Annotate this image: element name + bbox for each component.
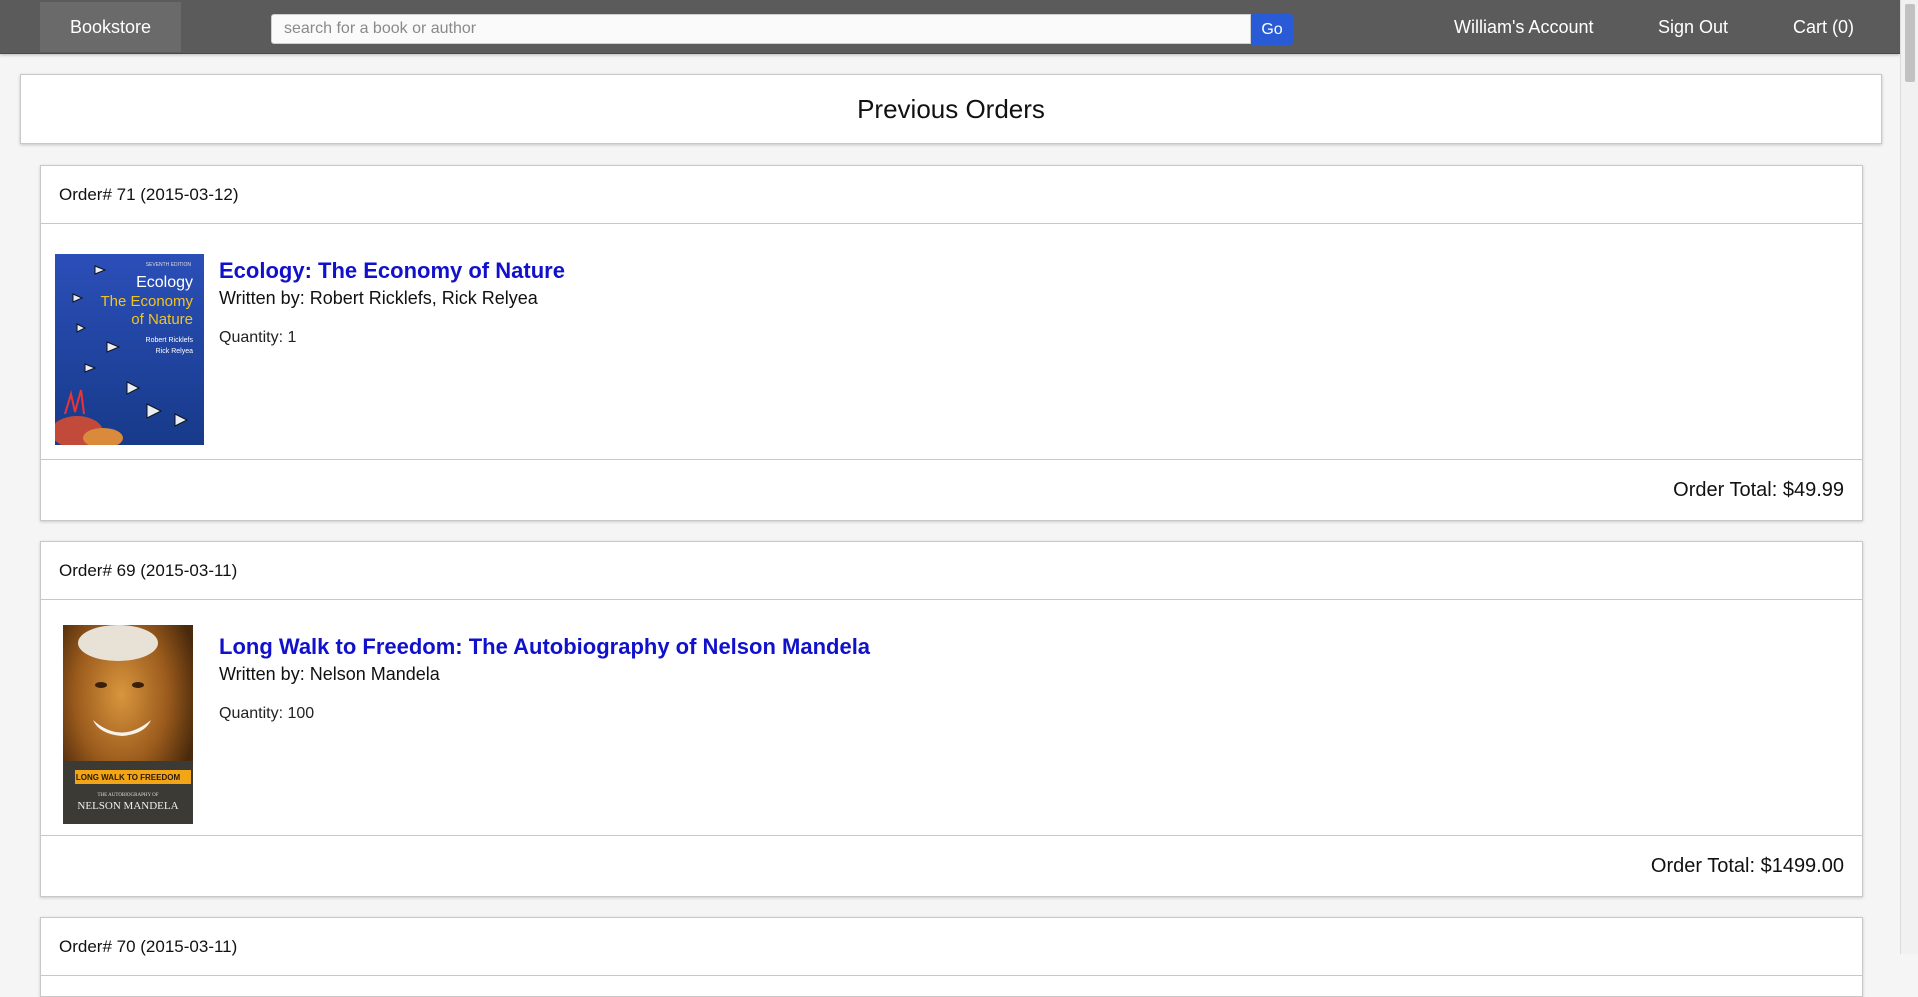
book-author: Written by: Nelson Mandela (219, 664, 440, 684)
cover-small-line: THE AUTOBIOGRAPHY OF (97, 793, 158, 798)
order-card: Order# 70 (2015-03-11) (40, 917, 1863, 997)
book-title-link[interactable]: Ecology: The Economy of Nature (219, 258, 565, 284)
order-item: LONG WALK TO FREEDOM THE AUTOBIOGRAPHY O… (41, 600, 1862, 836)
account-link[interactable]: William's Account (1454, 14, 1593, 40)
book-cover-mandela-art: LONG WALK TO FREEDOM THE AUTOBIOGRAPHY O… (63, 625, 193, 824)
scrollbar-thumb[interactable] (1905, 4, 1915, 82)
order-total: Order Total: $49.99 (1673, 478, 1844, 501)
book-title-link[interactable]: Long Walk to Freedom: The Autobiography … (219, 634, 870, 660)
order-card: Order# 69 (2015-03-11) LONG WALK TO FREE… (40, 541, 1863, 897)
cover-title-line2: The Economy (100, 293, 193, 310)
cover-edition: SEVENTH EDITION (146, 262, 192, 268)
order-number: Order# 71 (2015-03-12) (59, 184, 239, 204)
page-title: Previous Orders (857, 93, 1045, 124)
sign-out-link[interactable]: Sign Out (1658, 14, 1728, 40)
order-item: SEVENTH EDITION Ecology The Economy of N… (41, 224, 1862, 460)
cover-author1: Robert Ricklefs (146, 337, 194, 344)
cover-banner: LONG WALK TO FREEDOM (76, 773, 181, 782)
order-footer: Order Total: $1499.00 (41, 836, 1862, 896)
cover-title-line1: Ecology (136, 274, 193, 291)
order-header: Order# 69 (2015-03-11) (41, 542, 1862, 600)
search-input[interactable] (271, 14, 1251, 44)
cover-title-line3: of Nature (131, 311, 193, 328)
search-go-button[interactable]: Go (1251, 14, 1293, 45)
page-scrollbar[interactable] (1900, 0, 1918, 954)
book-quantity: Quantity: 1 (219, 329, 297, 346)
book-cover-ecology-art: SEVENTH EDITION Ecology The Economy of N… (55, 254, 204, 445)
page-title-card: Previous Orders (20, 74, 1882, 144)
cover-author2: Rick Relyea (156, 348, 193, 355)
top-navbar: Bookstore Go William's Account Sign Out … (0, 0, 1900, 54)
order-header: Order# 71 (2015-03-12) (41, 166, 1862, 224)
book-author: Written by: Robert Ricklefs, Rick Relyea (219, 288, 538, 308)
order-header: Order# 70 (2015-03-11) (41, 918, 1862, 976)
cart-link[interactable]: Cart (0) (1793, 14, 1854, 40)
order-card: Order# 71 (2015-03-12) SEVENTH EDITION E… (40, 165, 1863, 521)
order-number: Order# 69 (2015-03-11) (59, 560, 238, 580)
brand-link[interactable]: Bookstore (40, 2, 181, 52)
order-footer: Order Total: $49.99 (41, 460, 1862, 520)
book-quantity: Quantity: 100 (219, 705, 315, 722)
book-cover-mandela[interactable]: LONG WALK TO FREEDOM THE AUTOBIOGRAPHY O… (63, 625, 193, 824)
cover-name: NELSON MANDELA (77, 800, 178, 812)
order-total: Order Total: $1499.00 (1650, 854, 1844, 877)
book-cover-ecology[interactable]: SEVENTH EDITION Ecology The Economy of N… (55, 254, 204, 445)
